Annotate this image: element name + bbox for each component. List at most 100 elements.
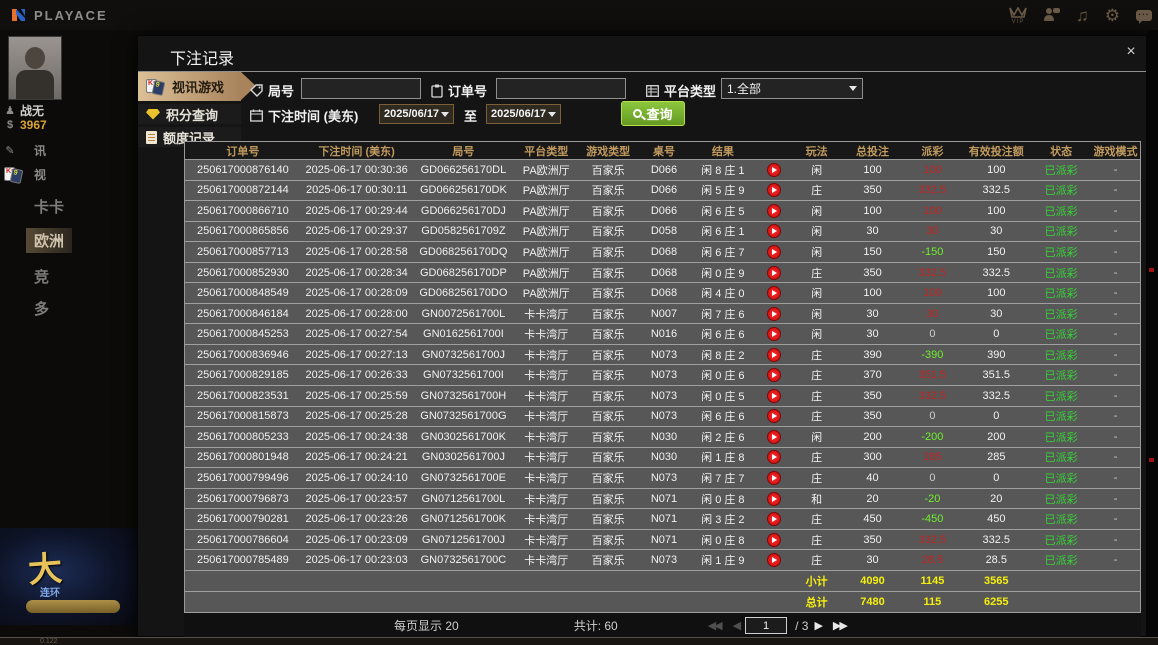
replay-video-button[interactable]	[766, 553, 781, 568]
round-no: GN0732561700C	[420, 554, 507, 567]
platform-type: 卡卡湾厅	[524, 472, 569, 485]
bet-type: 庄	[811, 267, 823, 280]
table-row: 250617000866710 2025-06-17 00:29:44 GD0662…	[185, 201, 1140, 222]
vip-icon[interactable]: VIP	[1009, 5, 1027, 25]
avatar[interactable]	[8, 36, 62, 100]
game-type: 百家乐	[591, 267, 625, 280]
background-right-sliver	[1147, 30, 1158, 637]
replay-video-button[interactable]	[766, 162, 781, 177]
replay-video-button[interactable]	[766, 470, 781, 485]
bet-time: 2025-06-17 00:29:37	[305, 225, 408, 238]
total-bet: 150	[863, 245, 882, 258]
platform-type: PA欧洲厅	[522, 226, 570, 239]
order-id: 250617000848549	[196, 287, 289, 300]
settings-gear-icon[interactable]: ⚙	[1105, 7, 1120, 24]
replay-video-button[interactable]	[766, 286, 781, 301]
bet-time: 2025-06-17 00:30:11	[305, 184, 408, 197]
payout: 332.5	[918, 389, 947, 402]
bet-type: 闲	[811, 308, 823, 321]
total-bet: 350	[863, 410, 882, 423]
last-page-icon[interactable]: ▶▶	[833, 619, 848, 632]
replay-video-button[interactable]	[766, 450, 781, 465]
platform-type: 卡卡湾厅	[524, 493, 569, 506]
platform-type: 卡卡湾厅	[524, 452, 569, 465]
valid-bet: 0	[993, 410, 1000, 423]
order-no-label-group: 订单号	[431, 81, 487, 100]
replay-video-button[interactable]	[766, 512, 781, 527]
replay-video-button[interactable]	[766, 203, 781, 218]
play-icon	[771, 269, 777, 276]
chevron-down-icon	[548, 111, 556, 117]
query-button[interactable]: 查询	[621, 101, 685, 126]
date-to-picker[interactable]: 2025/06/17	[486, 104, 561, 124]
balance-row: $ 3967	[4, 118, 47, 132]
prev-page-icon[interactable]: ◀	[733, 619, 742, 632]
table-no: N073	[650, 348, 678, 361]
bg-menu-item-jing[interactable]: 竞	[34, 266, 49, 287]
replay-video-button[interactable]	[766, 491, 781, 506]
table-body: 250617000876140 2025-06-17 00:30:36 GD0662…	[185, 160, 1140, 571]
replay-video-button[interactable]	[766, 224, 781, 239]
table-row: 250617000865856 2025-06-17 00:29:37 GD0582…	[185, 221, 1140, 243]
game-mode: -	[1113, 533, 1118, 546]
status: 已派彩	[1044, 534, 1078, 547]
replay-video-button[interactable]	[766, 327, 781, 342]
play-icon	[771, 187, 777, 194]
game-type: 百家乐	[591, 555, 625, 568]
order-no-input[interactable]	[496, 78, 626, 99]
chat-icon[interactable]: ···	[1136, 9, 1152, 24]
bg-menu-item-duo[interactable]: 多	[34, 298, 49, 319]
table-no: D068	[650, 287, 678, 300]
platform-type-select[interactable]: 1.全部	[721, 78, 863, 99]
next-page-icon[interactable]: ▶	[814, 619, 823, 632]
bg-menu-item-kaka[interactable]: 卡卡	[34, 196, 64, 217]
replay-video-button[interactable]	[766, 306, 781, 321]
replay-video-button[interactable]	[766, 183, 781, 198]
column-header-payout: 派彩	[921, 145, 944, 158]
game-type: 百家乐	[591, 329, 625, 342]
bet-records-dialog: 下注记录 × K♥ 9 视讯游戏 积分查询 额度记录 局号 订单号 平台类型 1…	[137, 35, 1147, 638]
table-no: N030	[650, 451, 678, 464]
replay-video-button[interactable]	[766, 244, 781, 259]
promo-banner[interactable]: 大 连环	[0, 528, 137, 625]
close-icon[interactable]: ×	[1122, 43, 1140, 61]
payout: 0	[929, 328, 936, 341]
replay-video-button[interactable]	[766, 265, 781, 280]
top-bar: PLAYACE VIP ♫ ⚙ ···	[0, 0, 1158, 30]
status: 已派彩	[1044, 329, 1078, 342]
replay-video-button[interactable]	[766, 409, 781, 424]
chevron-down-icon	[849, 86, 857, 91]
payout: 100	[923, 163, 942, 176]
sidebar-tab-points-query[interactable]: 积分查询	[138, 104, 241, 124]
replay-video-button[interactable]	[766, 368, 781, 383]
music-icon[interactable]: ♫	[1076, 7, 1089, 24]
platform-type-label-group: 平台类型	[646, 81, 716, 100]
table-row: 250617000846184 2025-06-17 00:28:00 GN0072…	[185, 303, 1140, 325]
first-page-icon[interactable]: ◀◀	[708, 619, 723, 632]
round-no-input[interactable]	[301, 78, 421, 99]
replay-video-button[interactable]	[766, 347, 781, 362]
payout: 100	[923, 287, 942, 300]
bg-menu-item-europe[interactable]: 欧洲	[26, 228, 73, 253]
video-games-row[interactable]: K♥ 9 视	[4, 166, 46, 184]
play-icon	[771, 207, 777, 214]
order-id: 250617000845253	[196, 328, 289, 341]
replay	[756, 427, 792, 447]
total-row: 总计 7480 115 6255	[185, 591, 1140, 613]
status: 已派彩	[1044, 431, 1078, 444]
round-no: GD066256170DL	[420, 163, 507, 176]
edit-row[interactable]: ✎ 讯	[4, 142, 46, 159]
page-number-input[interactable]	[745, 617, 788, 634]
column-header-valid-bet: 有效投注额	[968, 145, 1024, 158]
brand-logo[interactable]: PLAYACE	[10, 6, 108, 24]
order-id: 250617000836946	[196, 348, 289, 361]
replay-video-button[interactable]	[766, 429, 781, 444]
moderator-chat-icon[interactable]	[1043, 6, 1060, 25]
replay-video-button[interactable]	[766, 388, 781, 403]
sidebar-tab-video-games[interactable]: K♥ 9 视讯游戏	[138, 72, 256, 101]
game-type: 百家乐	[591, 185, 625, 198]
replay	[756, 242, 792, 262]
replay	[756, 181, 792, 201]
date-from-picker[interactable]: 2025/06/17	[379, 104, 454, 124]
replay-video-button[interactable]	[766, 532, 781, 547]
